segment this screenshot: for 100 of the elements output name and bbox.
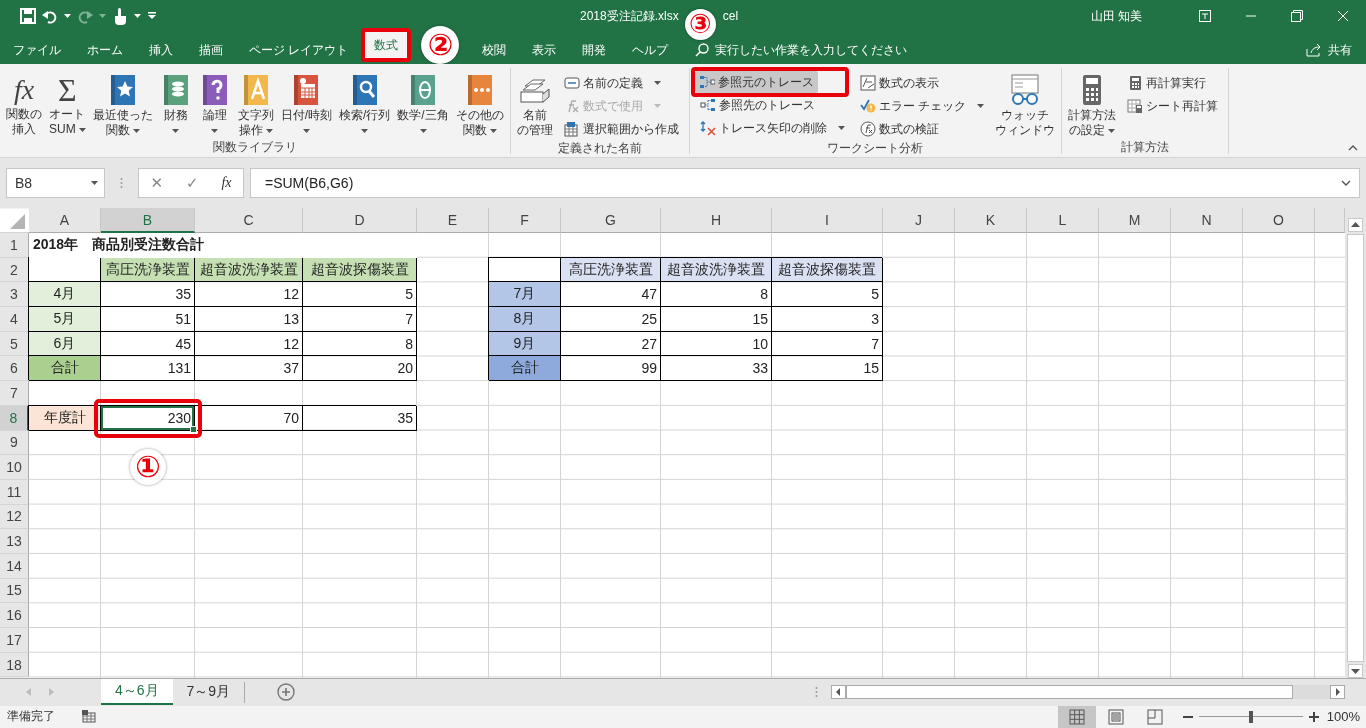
fill-handle-icon[interactable] <box>190 425 197 433</box>
column-header[interactable]: G <box>561 208 661 233</box>
ribbon-button[interactable]: 参照先のトレース <box>695 94 849 116</box>
scroll-left-icon[interactable] <box>831 685 846 700</box>
row-header[interactable]: 7 <box>0 381 29 406</box>
ribbon-button[interactable]: トレース矢印の削除 <box>695 117 849 139</box>
zoom-level[interactable]: 100% <box>1326 709 1360 725</box>
row-header[interactable]: 14 <box>0 553 29 579</box>
vertical-scrollbar-thumb[interactable] <box>1347 234 1364 662</box>
ribbon-button[interactable]: 名前 の管理 <box>513 72 556 139</box>
column-header[interactable]: K <box>955 208 1027 233</box>
collapse-ribbon-icon[interactable] <box>1348 145 1358 151</box>
row-header[interactable]: 12 <box>0 504 29 530</box>
insert-function-button[interactable]: fx <box>221 175 232 191</box>
macro-recording-icon[interactable] <box>82 710 96 724</box>
row-header[interactable]: 10 <box>0 455 29 480</box>
ribbon-button[interactable]: エラー チェック <box>855 95 989 117</box>
column-header[interactable]: O <box>1243 208 1315 233</box>
formula-field[interactable]: =SUM(B6,G6) <box>250 168 1360 198</box>
ribbon-button[interactable]: 名前の定義 <box>559 72 683 94</box>
ribbon-tab[interactable]: ファイル <box>0 36 74 64</box>
ribbon-tab[interactable]: ホーム <box>74 36 136 64</box>
zoom-in-icon[interactable] <box>1308 711 1319 722</box>
scroll-down-icon[interactable] <box>1348 663 1363 678</box>
expand-icon[interactable] <box>1341 180 1351 186</box>
ribbon-button[interactable]: 日付/時刻 <box>277 72 335 139</box>
ribbon-tab[interactable]: 挿入 <box>136 36 186 64</box>
ribbon-button[interactable]: Σ オート SUM <box>46 72 89 138</box>
row-header[interactable]: 4 <box>0 307 29 332</box>
name-box[interactable]: B8 <box>6 168 105 198</box>
restore-icon[interactable] <box>1291 10 1303 22</box>
column-header[interactable]: C <box>195 208 303 233</box>
table-cell: 15 <box>661 307 772 332</box>
share-button[interactable]: 共有 <box>1306 36 1366 64</box>
sheet-calculator-icon <box>1127 98 1144 114</box>
sheet-tab[interactable]: 4～6月 <box>101 678 173 705</box>
row-header[interactable]: 17 <box>0 628 29 653</box>
ribbon-button[interactable]: 財務 <box>156 72 195 139</box>
close-icon[interactable] <box>1337 10 1349 22</box>
zoom-slider-thumb[interactable] <box>1248 710 1253 723</box>
column-header[interactable]: L <box>1027 208 1099 233</box>
ribbon-button[interactable]: fx 関数の 挿入 <box>3 72 45 138</box>
table-cell: 230 <box>101 405 195 431</box>
ribbon-tab[interactable]: ヘルプ <box>619 36 682 64</box>
ribbon-display-icon[interactable] <box>1199 10 1211 22</box>
add-sheet-icon[interactable] <box>277 683 296 702</box>
view-button[interactable] <box>1057 705 1096 728</box>
column-header[interactable]: I <box>772 208 883 233</box>
row-header[interactable]: 15 <box>0 578 29 604</box>
column-header[interactable]: F <box>489 208 561 233</box>
ribbon-tab[interactable]: 描画 <box>186 36 236 64</box>
ribbon-button[interactable]: 最近使った 関数 <box>89 72 156 139</box>
column-header[interactable]: A <box>29 208 101 233</box>
evaluate-formula-icon <box>859 121 876 137</box>
column-header[interactable]: N <box>1171 208 1243 233</box>
horizontal-scrollbar-thumb[interactable] <box>846 685 1293 700</box>
ribbon-button[interactable]: 数式の検証 <box>855 118 989 140</box>
ribbon-button[interactable]: ウォッチ ウィンドウ <box>992 72 1059 139</box>
ribbon-button[interactable]: 再計算実行 <box>1123 72 1223 94</box>
grip-icon <box>120 177 123 189</box>
customize-icon[interactable] <box>147 12 157 20</box>
ribbon-button[interactable]: シート再計算 <box>1123 95 1223 117</box>
ribbon-button[interactable]: 参照元のトレース <box>694 71 818 93</box>
ribbon-tab[interactable]: 校閲 <box>469 36 520 64</box>
row-header[interactable]: 13 <box>0 529 29 554</box>
table-cell: 45 <box>101 331 195 357</box>
undo-icon[interactable] <box>42 8 58 24</box>
column-header[interactable]: M <box>1099 208 1171 233</box>
table-cell: 超音波洗浄装置 <box>661 257 772 283</box>
row-header[interactable]: 16 <box>0 603 29 628</box>
row-header[interactable]: 1 <box>0 233 29 258</box>
sheet-tab[interactable]: 7～9月 <box>172 681 246 703</box>
column-header[interactable]: J <box>883 208 955 233</box>
scroll-up-icon[interactable] <box>1348 218 1363 232</box>
ribbon-button[interactable]: 選択範囲から作成 <box>559 118 683 140</box>
hand-icon[interactable] <box>112 7 128 25</box>
column-header[interactable]: D <box>303 208 417 233</box>
row-header[interactable]: 3 <box>0 282 29 308</box>
row-header[interactable]: 6 <box>0 356 29 382</box>
ribbon-button[interactable]: 数学/三角 <box>394 72 452 139</box>
column-header[interactable]: H <box>661 208 772 233</box>
ribbon-button[interactable]: 文字列 操作 <box>234 72 277 139</box>
ribbon-tab[interactable]: 数式 <box>365 32 408 58</box>
page-break-icon <box>1146 708 1163 725</box>
ribbon-tab[interactable]: 開発 <box>569 36 620 64</box>
row-header[interactable]: 18 <box>0 652 29 678</box>
column-header[interactable]: E <box>417 208 489 233</box>
ribbon-button[interactable]: 論理 <box>195 72 234 139</box>
ribbon-button[interactable]: 計算方法 の設定 <box>1065 72 1120 139</box>
row-header[interactable]: 9 <box>0 430 29 456</box>
ribbon-tab[interactable]: 表示 <box>519 36 570 64</box>
ribbon-button[interactable]: その他の 関数 <box>452 72 507 139</box>
ribbon-tab[interactable]: ページ レイアウト <box>236 36 362 64</box>
row-header[interactable]: 11 <box>0 479 29 505</box>
show-formulas-icon <box>859 75 876 91</box>
scroll-right-icon[interactable] <box>1330 685 1345 700</box>
column-header[interactable]: B <box>101 208 195 233</box>
ribbon-button[interactable]: 数式の表示 <box>855 72 989 94</box>
save-icon[interactable] <box>20 8 36 24</box>
ribbon-button[interactable]: 検索/行列 <box>336 72 394 139</box>
